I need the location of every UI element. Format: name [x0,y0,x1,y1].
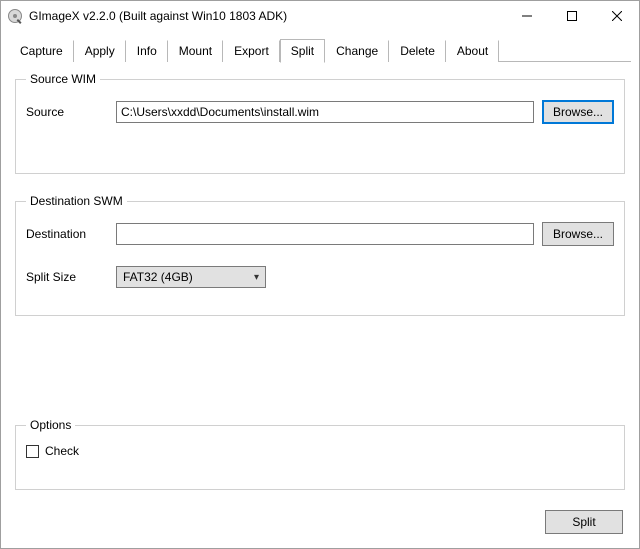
group-options-legend: Options [26,418,75,432]
close-button[interactable] [594,1,639,31]
split-size-select[interactable]: FAT32 (4GB) ▾ [116,266,266,288]
tab-mount[interactable]: Mount [168,40,223,62]
group-dest-legend: Destination SWM [26,194,127,208]
split-button[interactable]: Split [545,510,623,534]
tab-strip: CaptureApplyInfoMountExportSplitChangeDe… [1,31,639,62]
tab-apply[interactable]: Apply [74,40,126,62]
split-size-label: Split Size [26,270,108,284]
group-options: Options Check [15,418,625,490]
destination-input[interactable] [116,223,534,245]
check-label: Check [45,444,79,458]
chevron-down-icon: ▾ [254,272,259,283]
destination-row: Destination Browse... [26,222,614,246]
window-title: GImageX v2.2.0 (Built against Win10 1803… [29,9,504,23]
source-label: Source [26,105,108,119]
tab-export[interactable]: Export [223,40,280,62]
source-row: Source Browse... [26,100,614,124]
tab-about[interactable]: About [446,40,499,62]
destination-browse-button[interactable]: Browse... [542,222,614,246]
check-row: Check [26,444,614,458]
split-size-value: FAT32 (4GB) [123,270,193,284]
group-destination-swm: Destination SWM Destination Browse... Sp… [15,194,625,316]
tab-change[interactable]: Change [325,40,389,62]
app-icon [7,8,23,24]
spacer [15,336,625,398]
group-source-legend: Source WIM [26,72,100,86]
source-browse-button[interactable]: Browse... [542,100,614,124]
tab-info[interactable]: Info [126,40,168,62]
split-size-row: Split Size FAT32 (4GB) ▾ [26,266,614,288]
maximize-button[interactable] [549,1,594,31]
app-window: GImageX v2.2.0 (Built against Win10 1803… [0,0,640,549]
group-source-wim: Source WIM Source Browse... [15,72,625,174]
window-controls [504,1,639,31]
tab-delete[interactable]: Delete [389,40,446,62]
footer-row: Split [15,510,625,534]
check-checkbox[interactable] [26,445,39,458]
tab-capture[interactable]: Capture [9,40,74,62]
source-input[interactable] [116,101,534,123]
client-area: Source WIM Source Browse... Destination … [1,62,639,548]
minimize-button[interactable] [504,1,549,31]
tab-split[interactable]: Split [280,39,325,63]
titlebar: GImageX v2.2.0 (Built against Win10 1803… [1,1,639,31]
destination-label: Destination [26,227,108,241]
